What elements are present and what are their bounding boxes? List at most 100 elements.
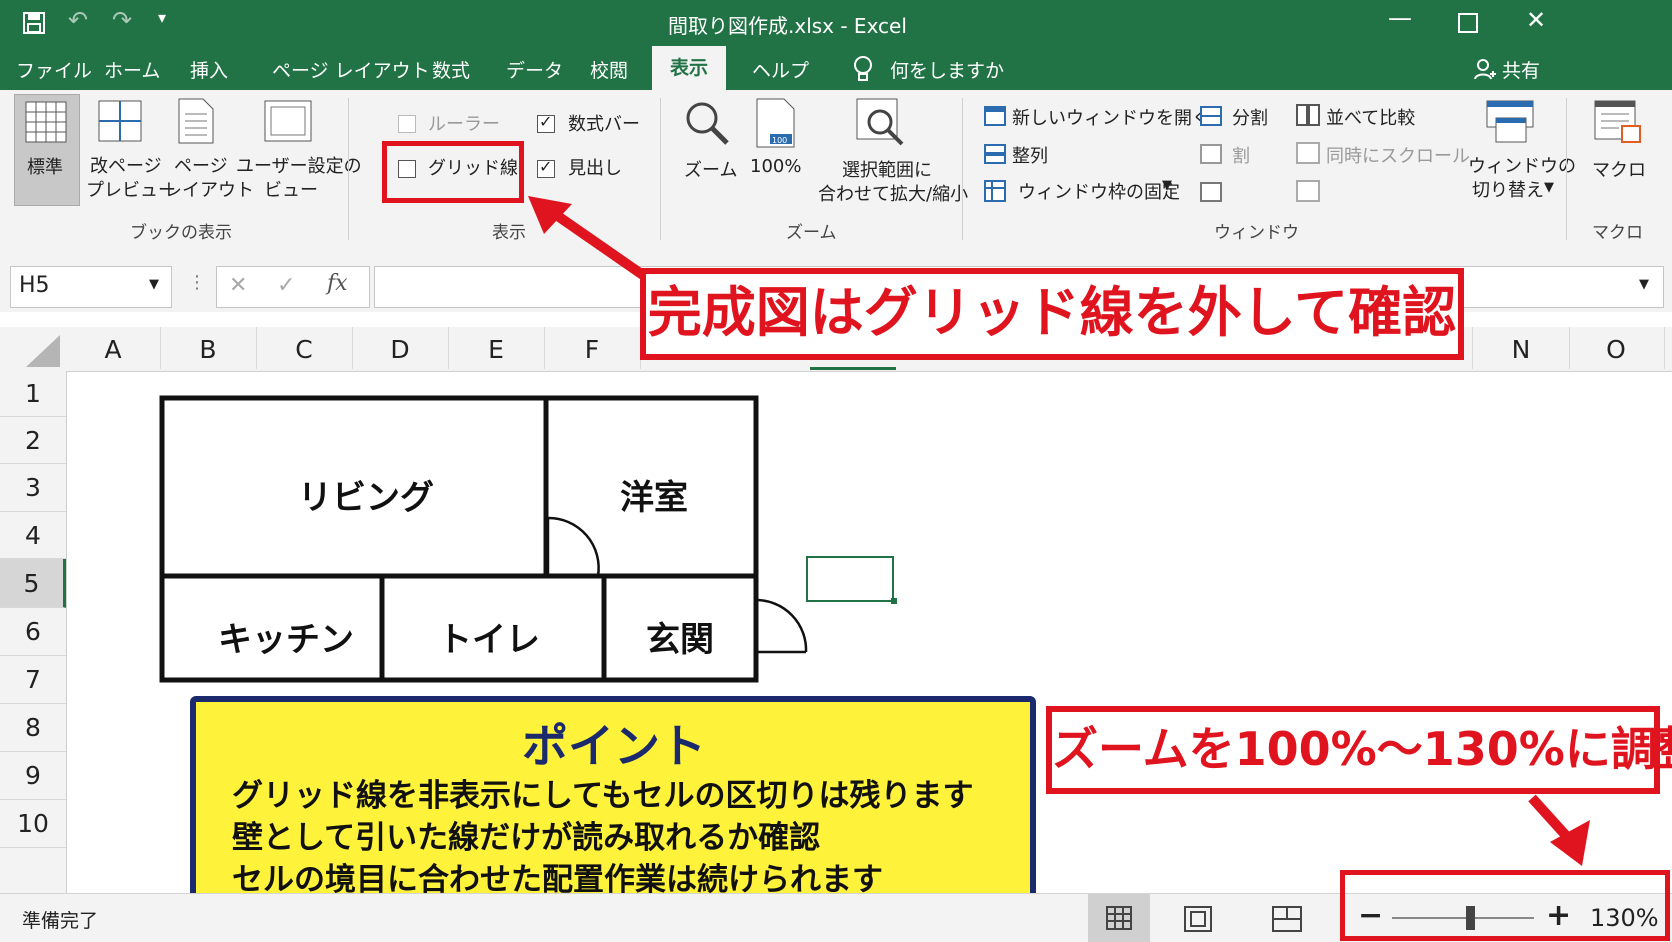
zoom-callout-text: ズームを100%〜130%に調整	[1052, 722, 1672, 776]
headings-checkbox[interactable]	[537, 157, 555, 178]
close-icon[interactable]: ✕	[1526, 6, 1546, 34]
tab-data[interactable]: データ	[506, 56, 563, 83]
split-button[interactable]: 分割	[1232, 104, 1268, 130]
column-header[interactable]: D	[352, 327, 449, 369]
sync-scroll-button[interactable]: 同時にスクロール	[1326, 142, 1470, 168]
view-side-by-side-button[interactable]: 並べて比較	[1326, 104, 1415, 130]
new-window-icon	[984, 106, 1006, 126]
zoom-100-button[interactable]: 100 100%	[748, 94, 804, 204]
row-header[interactable]: 4	[0, 512, 66, 559]
tab-review[interactable]: 校閲	[590, 56, 628, 83]
name-box[interactable]: H5 ▼	[10, 266, 172, 308]
freeze-panes-button[interactable]: ウィンドウ枠の固定	[1018, 178, 1180, 204]
enter-icon[interactable]: ✓	[277, 273, 295, 298]
zoom-to-selection-button[interactable]: 選択範囲に 合わせて拡大/縮小	[812, 94, 968, 205]
normal-view-status-button[interactable]	[1088, 894, 1150, 942]
cancel-icon[interactable]: ✕	[229, 273, 247, 298]
row-header[interactable]: 10	[0, 800, 66, 848]
hide-window-button[interactable]: 割	[1232, 142, 1250, 168]
main-callout-box: 完成図はグリッド線を外して確認	[640, 268, 1464, 360]
reset-position-icon[interactable]	[1296, 180, 1320, 202]
main-callout-text: 完成図はグリッド線を外して確認	[647, 281, 1457, 344]
macros-button[interactable]: マクロ	[1580, 94, 1660, 204]
column-header[interactable]: N	[1472, 327, 1570, 369]
svg-text:100: 100	[772, 136, 787, 145]
page-break-status-icon[interactable]	[1272, 906, 1302, 932]
tab-page-layout[interactable]: ページ レイアウト	[272, 56, 430, 83]
row-header[interactable]: 7	[0, 656, 66, 704]
save-icon[interactable]	[22, 11, 46, 35]
column-header[interactable]: F	[544, 327, 641, 369]
vertical-dots-icon: ⋮	[188, 272, 206, 293]
arrange-all-button[interactable]: 整列	[1012, 142, 1048, 168]
switch-windows-button[interactable]: ウィンドウの 切り替え ▼	[1462, 94, 1576, 206]
group-label-window: ウィンドウ	[1214, 223, 1299, 243]
column-header[interactable]: A	[66, 327, 161, 369]
tab-file[interactable]: ファイル	[16, 56, 92, 83]
tab-formulas[interactable]: 数式	[432, 56, 470, 83]
expand-formula-bar-icon[interactable]: ▼	[1639, 277, 1649, 292]
zoom-100-icon: 100	[756, 98, 795, 148]
minimize-icon[interactable]: —	[1388, 4, 1412, 32]
active-cell-h5[interactable]	[806, 556, 894, 602]
point-line: 壁として引いた線だけが読み取れるか確認	[232, 820, 821, 856]
row-header-active[interactable]: 5	[0, 559, 66, 608]
room-living-label: リビング	[298, 478, 434, 518]
new-window-button[interactable]: 新しいウィンドウを開く	[1012, 104, 1210, 130]
row-header[interactable]: 3	[0, 464, 66, 512]
share-person-icon[interactable]	[1474, 58, 1496, 80]
customize-qat-icon[interactable]: ▾	[158, 8, 166, 27]
column-header[interactable]: O	[1568, 327, 1665, 369]
chevron-down-icon[interactable]: ▼	[149, 277, 159, 292]
active-column-marker	[810, 367, 896, 370]
zoom-button[interactable]: ズーム	[674, 94, 740, 204]
fill-handle[interactable]	[891, 598, 897, 604]
group-separator	[660, 98, 661, 240]
switch-windows-icon	[1486, 100, 1534, 143]
ruler-label: ルーラー	[428, 114, 500, 135]
undo-icon[interactable]: ↶	[68, 6, 88, 34]
point-title: ポイント	[522, 719, 706, 773]
row-header-column: 1 2 3 4 5 6 7 8 9 10	[0, 371, 67, 893]
macro-icon	[1594, 100, 1641, 143]
arrange-all-icon	[984, 144, 1006, 164]
status-ready: 準備完了	[22, 910, 99, 932]
sync-scroll-icon	[1296, 142, 1320, 164]
tab-view[interactable]: 表示	[652, 46, 727, 90]
row-header[interactable]: 6	[0, 608, 66, 656]
insert-function-icon[interactable]: fx	[327, 271, 348, 296]
page-layout-view-button[interactable]: ページ レイアウト	[164, 94, 254, 204]
unhide-window-icon[interactable]	[1200, 182, 1222, 202]
lightbulb-icon	[854, 56, 872, 81]
share-button[interactable]: 共有	[1502, 56, 1540, 83]
custom-views-button[interactable]: ユーザー設定の ビュー	[236, 94, 362, 204]
chevron-down-icon: ▼	[1544, 180, 1554, 195]
page-break-preview-button[interactable]: 改ページ プレビュー	[86, 94, 176, 204]
column-header[interactable]: E	[448, 327, 545, 369]
row-header[interactable]: 2	[0, 417, 66, 464]
formula-buttons: ✕ ✓ fx	[216, 266, 370, 308]
page-break-icon	[98, 100, 142, 142]
chevron-down-icon[interactable]: ▼	[1162, 178, 1172, 193]
tab-insert[interactable]: 挿入	[190, 56, 228, 83]
window-title: 間取り図作成.xlsx - Excel	[668, 14, 907, 38]
normal-view-button[interactable]: 標準	[14, 94, 80, 206]
row-header[interactable]: 1	[0, 371, 66, 417]
row-header[interactable]: 8	[0, 704, 66, 752]
tell-me-box[interactable]: 何をしますか	[890, 56, 1004, 83]
column-header[interactable]: B	[160, 327, 257, 369]
column-header[interactable]: C	[256, 327, 353, 369]
formula-bar-checkbox[interactable]	[537, 112, 555, 133]
page-layout-status-icon[interactable]	[1184, 906, 1212, 932]
select-all-corner[interactable]	[26, 335, 60, 367]
redo-icon[interactable]: ↷	[112, 6, 132, 34]
tab-home[interactable]: ホーム	[104, 56, 160, 83]
point-line: グリッド線を非表示にしてもセルの区切りは残ります	[232, 778, 974, 814]
gridlines-highlight-box	[382, 141, 524, 203]
row-header[interactable]: 9	[0, 752, 66, 800]
group-label-book-view: ブックの表示	[130, 223, 232, 243]
maximize-icon[interactable]	[1458, 13, 1478, 33]
ruler-checkbox[interactable]	[398, 115, 416, 133]
tab-help[interactable]: ヘルプ	[752, 56, 809, 83]
room-kitchen-label: キッチン	[218, 620, 354, 660]
